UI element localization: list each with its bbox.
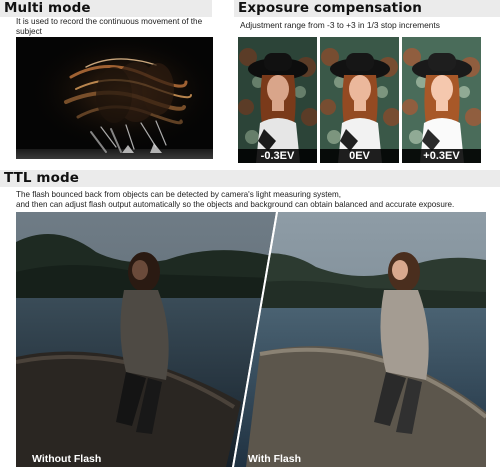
exposure-photo-minus: -0.3EV: [238, 37, 317, 163]
ttl-mode-header: TTL mode: [0, 170, 500, 187]
ttl-label-without-flash: Without Flash: [32, 453, 102, 465]
multi-mode-description: It is used to record the continuous move…: [16, 17, 203, 36]
multi-mode-title: Multi mode: [4, 0, 91, 16]
exposure-label-zero: 0EV: [320, 149, 399, 163]
exposure-compensation-description: Adjustment range from -3 to +3 in 1/3 st…: [240, 20, 440, 30]
exposure-photo-zero: 0EV: [320, 37, 399, 163]
multi-mode-photo: [16, 37, 213, 159]
exposure-label-minus: -0.3EV: [238, 149, 317, 163]
exposure-compensation-title: Exposure compensation: [238, 0, 423, 16]
ttl-description-line-1: The flash bounced back from objects can …: [16, 190, 342, 199]
exposure-label-plus: +0.3EV: [402, 149, 481, 163]
ttl-mode-description: The flash bounced back from objects can …: [16, 190, 500, 209]
ttl-description-line-2: and then can adjust flash output automat…: [16, 199, 455, 209]
ttl-comparison: Without Flash With Flash: [16, 212, 486, 467]
multi-mode-header: Multi mode: [0, 0, 212, 17]
exposure-photo-plus: +0.3EV: [402, 37, 481, 163]
ttl-mode-title: TTL mode: [4, 170, 79, 186]
ttl-label-with-flash: With Flash: [248, 453, 301, 465]
exposure-compensation-header: Exposure compensation: [234, 0, 500, 17]
product-feature-sheet: { "multi": { "title": "Multi mode", "des…: [0, 0, 500, 467]
